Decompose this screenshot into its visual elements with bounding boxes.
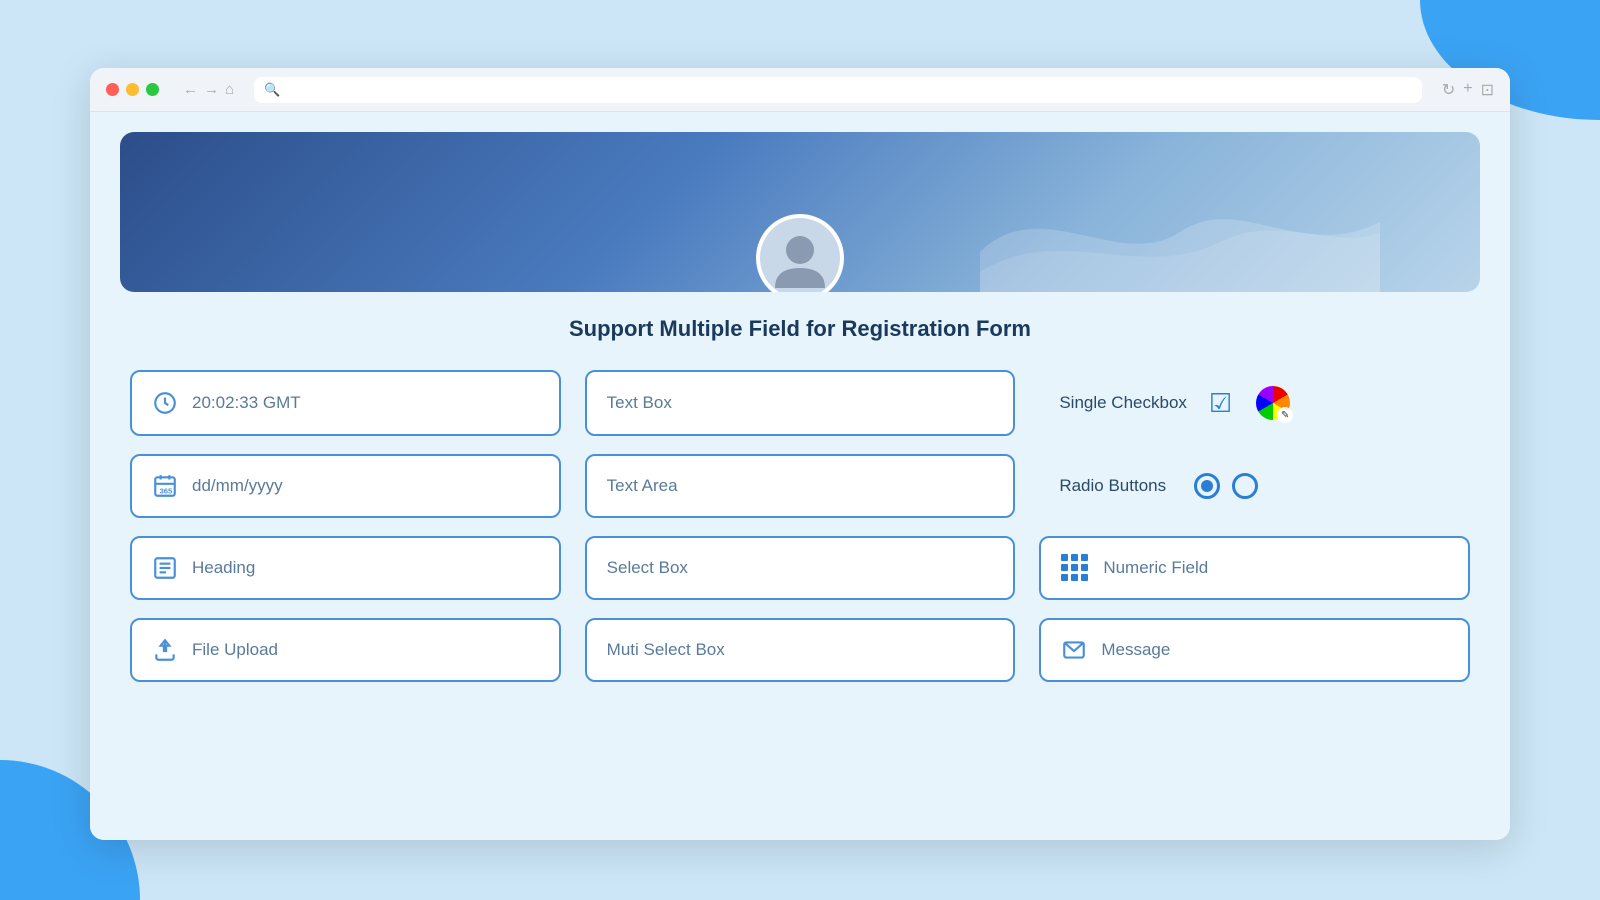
minimize-button[interactable] (126, 83, 139, 96)
field-time-label: 20:02:33 GMT (192, 393, 301, 413)
field-heading-label: Heading (192, 558, 255, 578)
field-date[interactable]: 365 dd/mm/yyyy (130, 454, 561, 518)
field-file-upload-label: File Upload (192, 640, 278, 660)
tab-icon[interactable]: ⊡ (1481, 80, 1494, 100)
calendar-icon: 365 (152, 473, 178, 499)
field-message[interactable]: Message (1039, 618, 1470, 682)
field-radio[interactable]: Radio Buttons (1039, 454, 1470, 518)
upload-icon (152, 637, 178, 663)
banner-wave (980, 172, 1380, 292)
forward-icon[interactable]: → (204, 81, 219, 98)
browser-titlebar: ← → ⌂ 🔍 ↻ + ⊡ (90, 68, 1510, 112)
field-numeric[interactable]: Numeric Field (1039, 536, 1470, 600)
profile-avatar-wrapper (756, 214, 844, 292)
field-text-area-label: Text Area (607, 476, 678, 496)
field-select-box-label: Select Box (607, 558, 688, 578)
profile-banner (120, 132, 1480, 292)
maximize-button[interactable] (146, 83, 159, 96)
field-checkbox[interactable]: Single Checkbox ☑ ✎ (1039, 370, 1470, 436)
address-bar[interactable]: 🔍 (254, 77, 1422, 103)
field-message-label: Message (1101, 640, 1170, 660)
radio-selected-icon (1194, 473, 1220, 499)
heading-icon (152, 555, 178, 581)
color-palette-icon: ✎ (1256, 386, 1290, 420)
field-text-box[interactable]: Text Box (585, 370, 1016, 436)
profile-avatar (756, 214, 844, 292)
checkbox-icon: ☑ (1209, 388, 1232, 419)
browser-window: ← → ⌂ 🔍 ↻ + ⊡ (90, 68, 1510, 840)
field-text-box-label: Text Box (607, 393, 672, 413)
close-button[interactable] (106, 83, 119, 96)
field-multi-select-label: Muti Select Box (607, 640, 725, 660)
page-title: Support Multiple Field for Registration … (120, 316, 1480, 342)
search-icon: 🔍 (264, 82, 280, 98)
field-numeric-label: Numeric Field (1103, 558, 1208, 578)
refresh-icon[interactable]: ↻ (1442, 80, 1455, 100)
field-date-label: dd/mm/yyyy (192, 476, 283, 496)
browser-actions: ↻ + ⊡ (1442, 80, 1494, 100)
clock-icon (152, 390, 178, 416)
field-radio-label: Radio Buttons (1059, 476, 1166, 496)
traffic-lights (106, 83, 159, 96)
envelope-icon (1061, 637, 1087, 663)
browser-content: Support Multiple Field for Registration … (90, 112, 1510, 840)
field-checkbox-label: Single Checkbox (1059, 393, 1187, 413)
back-icon[interactable]: ← (183, 81, 198, 98)
radio-empty-icon (1232, 473, 1258, 499)
field-heading[interactable]: Heading (130, 536, 561, 600)
svg-text:365: 365 (160, 487, 173, 496)
new-tab-icon[interactable]: + (1463, 80, 1472, 100)
home-icon[interactable]: ⌂ (225, 81, 234, 98)
field-multi-select[interactable]: Muti Select Box (585, 618, 1016, 682)
field-text-area[interactable]: Text Area (585, 454, 1016, 518)
fields-grid: 20:02:33 GMT Text Box Single Checkbox ☑ … (120, 370, 1480, 682)
dots-icon (1061, 554, 1089, 582)
avatar-silhouette (765, 223, 835, 292)
nav-icons: ← → ⌂ (183, 81, 234, 98)
field-time[interactable]: 20:02:33 GMT (130, 370, 561, 436)
field-select-box[interactable]: Select Box (585, 536, 1016, 600)
field-file-upload[interactable]: File Upload (130, 618, 561, 682)
